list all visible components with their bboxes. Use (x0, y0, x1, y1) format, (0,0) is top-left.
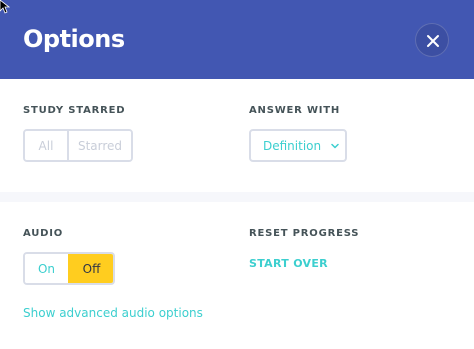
audio-toggle: On Off (23, 252, 115, 285)
study-starred-option: Starred (67, 131, 131, 160)
dialog-title: Options (23, 25, 125, 53)
options-dialog: Options STUDY STARRED All Starred ANSWER… (0, 0, 474, 349)
advanced-audio-options-link[interactable]: Show advanced audio options (23, 306, 203, 320)
dialog-header: Options (0, 0, 474, 79)
answer-with-label: ANSWER WITH (249, 105, 341, 116)
section-divider (0, 192, 474, 202)
close-button[interactable] (415, 23, 449, 57)
audio-reset-section: AUDIO On Off RESET PROGRESS START OVER S… (0, 202, 474, 349)
audio-on-option[interactable]: On (25, 254, 68, 283)
study-options-section: STUDY STARRED All Starred ANSWER WITH De… (0, 79, 474, 192)
start-over-link[interactable]: START OVER (249, 257, 328, 271)
audio-label: AUDIO (23, 228, 64, 239)
chevron-down-icon (331, 143, 339, 149)
mouse-cursor-icon (0, 0, 10, 14)
reset-progress-label: RESET PROGRESS (249, 228, 360, 239)
study-all-option: All (25, 131, 67, 160)
answer-with-dropdown[interactable]: Definition (249, 129, 347, 162)
study-starred-toggle: All Starred (23, 129, 133, 162)
audio-off-option[interactable]: Off (68, 254, 113, 283)
close-icon (427, 35, 439, 47)
answer-with-value: Definition (263, 138, 322, 153)
study-starred-label: STUDY STARRED (23, 105, 126, 116)
